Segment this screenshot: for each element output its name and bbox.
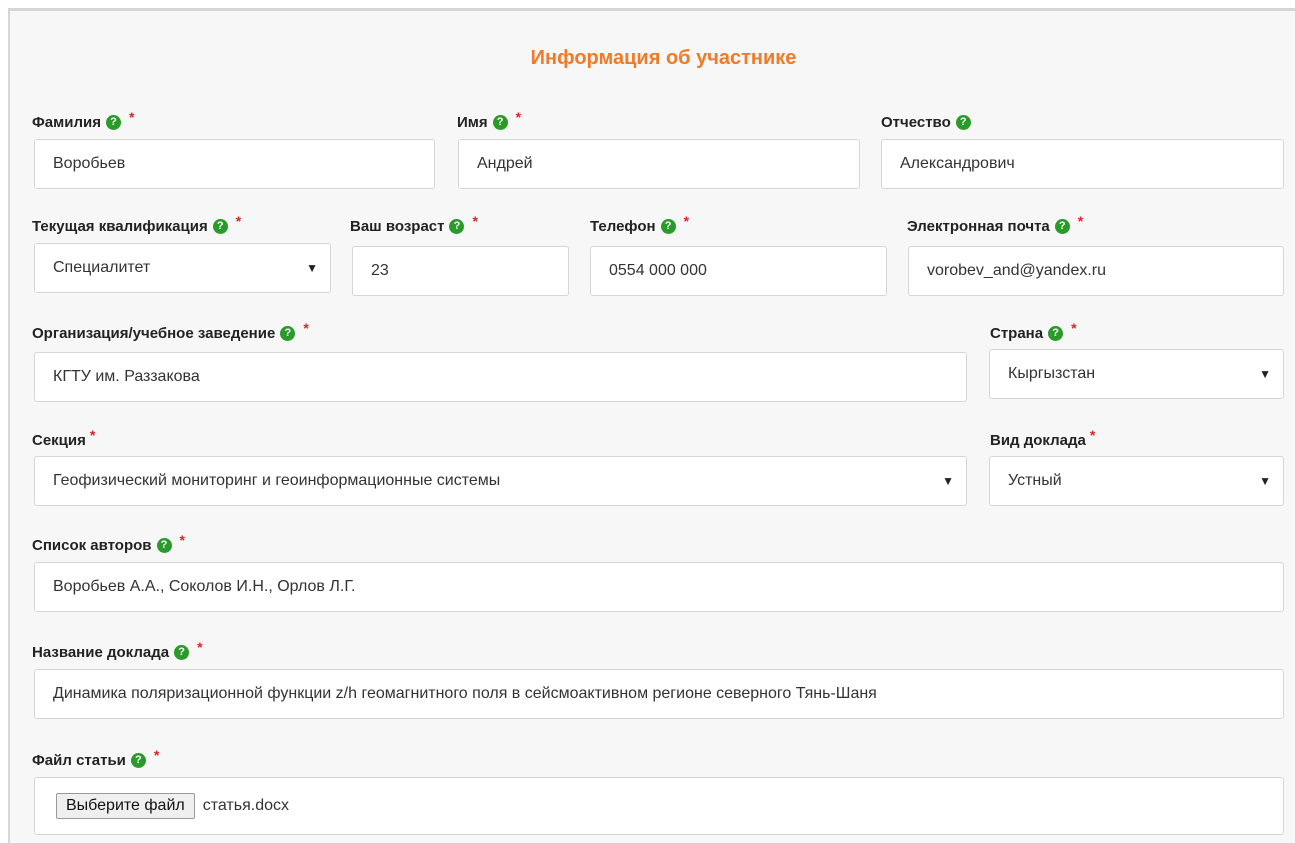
first-name-input[interactable] (458, 139, 860, 189)
organization-label: Организация/учебное заведение ? * (32, 320, 309, 343)
country-label-text: Страна (990, 325, 1044, 342)
section-value: Геофизический мониторинг и геоинформацио… (53, 472, 501, 489)
article-file-label-text: Файл статьи (32, 752, 126, 769)
required-mark: * (89, 426, 96, 443)
required-mark: * (1077, 212, 1084, 229)
question-circle-icon[interactable]: ? (1048, 326, 1064, 341)
authors-label-text: Список авторов (32, 537, 152, 554)
required-mark: * (179, 531, 185, 548)
choose-file-button[interactable]: Выберите файл (56, 793, 195, 819)
first-name-label-text: Имя (457, 114, 488, 131)
qualification-value: Специалитет (53, 259, 151, 276)
question-circle-icon[interactable]: ? (955, 115, 971, 130)
phone-input[interactable] (590, 246, 887, 296)
report-type-label: Вид доклада * (990, 427, 1095, 450)
form-title: Информация об участнике (530, 47, 797, 69)
organization-label-text: Организация/учебное заведение (32, 325, 276, 342)
caret-down-icon: ▼ (1259, 367, 1271, 381)
qualification-label-text: Текущая квалификация (32, 218, 208, 235)
authors-input[interactable] (34, 562, 1284, 612)
required-mark: * (683, 212, 690, 229)
required-mark: * (472, 212, 478, 229)
report-type-label-text: Вид доклада (990, 432, 1086, 449)
qualification-label: Текущая квалификация ? * (32, 213, 241, 236)
article-file-label: Файл статьи ? * (32, 747, 159, 770)
section-label: Секция * (32, 427, 95, 450)
question-circle-icon[interactable]: ? (130, 753, 146, 768)
question-circle-icon[interactable]: ? (212, 219, 228, 234)
caret-down-icon: ▼ (1259, 474, 1271, 488)
age-input[interactable] (352, 246, 569, 296)
organization-input[interactable] (34, 352, 967, 402)
email-label-text: Электронная почта (907, 218, 1050, 235)
required-mark: * (1089, 426, 1096, 443)
required-mark: * (153, 746, 160, 763)
selected-file-name: статья.docx (202, 797, 289, 814)
question-circle-icon[interactable]: ? (174, 645, 190, 660)
qualification-select[interactable]: Специалитет ▼ (34, 243, 331, 293)
caret-down-icon: ▼ (306, 261, 318, 275)
required-mark: * (235, 212, 242, 229)
last-name-label: Фамилия ? * (32, 109, 134, 132)
age-label: Ваш возраст ? * (350, 213, 478, 236)
patronymic-input[interactable] (881, 139, 1284, 189)
required-mark: * (1071, 319, 1077, 336)
report-title-label: Название доклада ? * (32, 639, 203, 662)
report-title-label-text: Название доклада (32, 644, 170, 661)
article-file-field: Выберите файл статья.docx (34, 777, 1284, 835)
caret-down-icon: ▼ (942, 474, 954, 488)
authors-label: Список авторов ? * (32, 532, 185, 555)
patronymic-label: Отчество ? (881, 114, 971, 131)
required-mark: * (128, 108, 135, 125)
country-value: Кыргызстан (1008, 365, 1096, 382)
first-name-label: Имя ? * (457, 109, 521, 132)
required-mark: * (197, 638, 203, 655)
question-circle-icon[interactable]: ? (280, 326, 296, 341)
report-type-select[interactable]: Устный ▼ (989, 456, 1284, 506)
phone-label: Телефон ? * (590, 213, 689, 236)
required-mark: * (303, 319, 309, 336)
report-type-value: Устный (1008, 472, 1062, 489)
required-mark: * (515, 108, 522, 125)
question-circle-icon[interactable]: ? (156, 538, 172, 553)
question-circle-icon[interactable]: ? (449, 219, 465, 234)
last-name-input[interactable] (34, 139, 435, 189)
country-select[interactable]: Кыргызстан ▼ (989, 349, 1284, 399)
participant-info-panel: Информация об участнике Фамилия ? * Имя … (8, 8, 1295, 843)
email-label: Электронная почта ? * (907, 213, 1083, 236)
question-circle-icon[interactable]: ? (1054, 219, 1070, 234)
last-name-label-text: Фамилия (32, 114, 101, 131)
question-circle-icon[interactable]: ? (492, 115, 508, 130)
email-input[interactable] (908, 246, 1284, 296)
section-label-text: Секция (32, 432, 86, 449)
country-label: Страна ? * (990, 320, 1077, 343)
age-label-text: Ваш возраст (350, 218, 445, 235)
question-circle-icon[interactable]: ? (105, 115, 121, 130)
section-select[interactable]: Геофизический мониторинг и геоинформацио… (34, 456, 967, 506)
report-title-input[interactable] (34, 669, 1284, 719)
question-circle-icon[interactable]: ? (660, 219, 676, 234)
patronymic-label-text: Отчество (881, 114, 951, 131)
phone-label-text: Телефон (590, 218, 656, 235)
